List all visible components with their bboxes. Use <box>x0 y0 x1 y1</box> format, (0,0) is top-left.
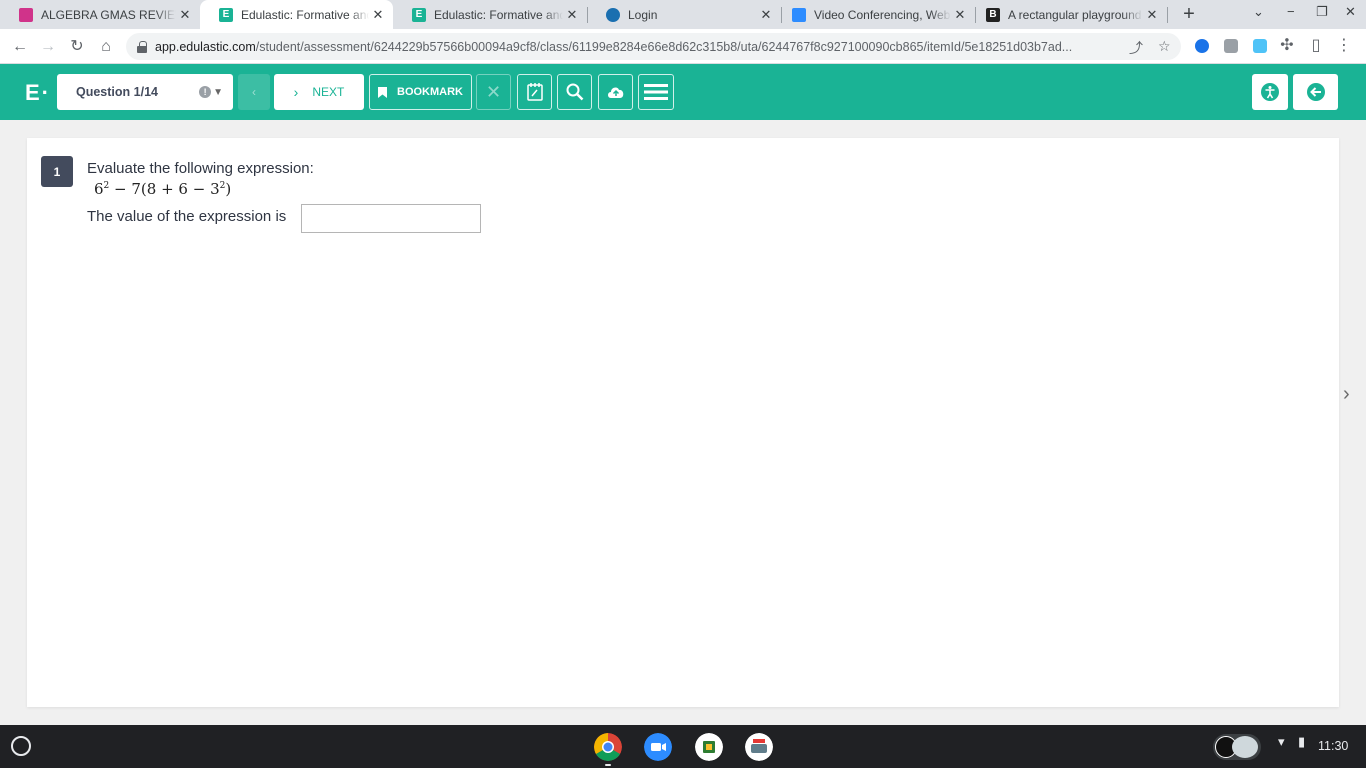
accessibility-button[interactable] <box>1252 74 1288 110</box>
url-host: app.edulastic.com <box>155 39 256 54</box>
chrome-app-icon[interactable] <box>594 733 622 761</box>
home-icon[interactable]: ⌂ <box>95 36 117 58</box>
lock-icon <box>137 40 147 53</box>
tab-title: A rectangular playground measures <box>1008 7 1143 22</box>
browser-tab-2[interactable]: E Edulastic: Formative and Summative Ass… <box>200 0 393 29</box>
tab-title: Login <box>628 7 658 22</box>
tab-title: ALGEBRA GMAS REVIEW <box>41 7 176 22</box>
tab-strip: ALGEBRA GMAS REVIEW ✕ E Edulastic: Forma… <box>0 0 1366 29</box>
zoom-app-icon[interactable] <box>644 733 672 761</box>
new-tab-button[interactable]: + <box>1179 3 1199 25</box>
browser-tab-6[interactable]: B A rectangular playground measures ✕ <box>967 0 1167 29</box>
expr-base: 3 <box>210 180 220 198</box>
zoom-favicon-icon <box>792 7 806 22</box>
answer-input[interactable] <box>301 204 481 233</box>
cloud-upload-icon <box>607 87 623 98</box>
address-bar[interactable]: app.edulastic.com/student/assessment/624… <box>126 33 1181 60</box>
launcher-icon[interactable] <box>11 736 31 756</box>
bookmark-button[interactable]: BOOKMARK <box>369 74 472 110</box>
edulastic-logo[interactable]: E· <box>25 80 51 106</box>
chevron-left-icon: ‹ <box>252 85 256 99</box>
extension-icon[interactable] <box>1195 39 1209 53</box>
clock[interactable]: 11:30 <box>1318 739 1348 753</box>
scratchpad-button[interactable] <box>517 74 552 110</box>
answer-label: The value of the expression is <box>87 208 287 225</box>
tab-search-icon[interactable]: ⌄ <box>1253 4 1264 20</box>
exit-button[interactable] <box>1293 74 1338 110</box>
tab-title: Edulastic: Formative and Summative Asses… <box>434 7 563 22</box>
save-cloud-button[interactable] <box>598 74 633 110</box>
tab-close-icon[interactable]: ✕ <box>563 7 581 23</box>
tab-title: Video Conferencing, Web Conferencing <box>814 7 951 22</box>
menu-kebab-icon[interactable]: ⋮ <box>1333 35 1355 57</box>
edulastic-favicon-icon: E <box>412 7 426 22</box>
minimize-icon[interactable]: − <box>1287 4 1295 19</box>
reload-icon[interactable]: ↻ <box>66 36 88 58</box>
next-button[interactable]: › NEXT <box>274 74 364 110</box>
slides-favicon-icon <box>19 7 33 22</box>
previous-button[interactable]: ‹ <box>238 74 270 110</box>
globe-favicon-icon <box>606 7 620 22</box>
hamburger-menu-icon <box>644 84 668 100</box>
tab-separator <box>1167 7 1168 23</box>
chevron-right-icon: › <box>293 84 299 100</box>
edulastic-favicon-icon: E <box>219 7 233 22</box>
app-icon[interactable] <box>695 733 723 761</box>
browser-toolbar: ← → ↻ ⌂ app.edulastic.com/student/assess… <box>0 29 1366 64</box>
share-icon[interactable]: ⤴ <box>1129 38 1143 58</box>
bookmark-icon <box>378 86 387 98</box>
next-question-arrow-icon[interactable]: › <box>1343 383 1350 406</box>
url-text[interactable]: app.edulastic.com/student/assessment/624… <box>155 40 1115 54</box>
browser-tab-5[interactable]: Video Conferencing, Web Conferencing ✕ <box>773 0 975 29</box>
expr-middle: − 7(8 + 6 − <box>109 180 211 198</box>
browser-tab-3[interactable]: E Edulastic: Formative and Summative Ass… <box>393 0 587 29</box>
question-selector-label: Question 1/14 <box>76 85 158 99</box>
menu-button[interactable] <box>638 74 674 110</box>
alert-icon: ! <box>199 86 212 98</box>
scratchpad-icon <box>526 83 543 101</box>
extension-icon[interactable] <box>1224 39 1238 53</box>
question-selector[interactable]: Question 1/14 ! ▼ <box>57 74 233 110</box>
question-number-badge: 1 <box>41 156 73 187</box>
expr-base: 6 <box>94 180 104 198</box>
accessibility-icon <box>1261 83 1279 101</box>
browser-tab-1[interactable]: ALGEBRA GMAS REVIEW ✕ <box>0 0 200 29</box>
bookmark-label: BOOKMARK <box>397 86 463 98</box>
expr-end: ) <box>225 180 232 198</box>
tray-app-icon[interactable] <box>1232 736 1258 758</box>
battery-icon[interactable]: ▮ <box>1298 734 1305 750</box>
close-icon: ✕ <box>485 81 502 102</box>
url-path: /student/assessment/6244229b57566b00094a… <box>255 39 1073 54</box>
extension-icon[interactable] <box>1253 39 1267 53</box>
restore-icon[interactable]: ❐ <box>1316 4 1328 20</box>
forward-icon[interactable]: → <box>37 36 59 58</box>
active-app-indicator <box>605 764 611 766</box>
tab-close-icon[interactable]: ✕ <box>176 7 194 23</box>
math-expression: 62 − 7(8 + 6 − 32) <box>94 180 231 198</box>
exit-arrow-icon <box>1306 83 1325 101</box>
os-shelf <box>0 725 1366 768</box>
cross-out-button[interactable]: ✕ <box>476 74 511 110</box>
magnifier-icon <box>566 83 583 101</box>
side-panel-icon[interactable]: ▯ <box>1305 35 1327 57</box>
bookmark-star-icon[interactable]: ☆ <box>1158 38 1171 55</box>
question-prompt: Evaluate the following expression: <box>87 160 314 177</box>
next-label: NEXT <box>312 85 345 99</box>
clicker-app-icon[interactable] <box>745 733 773 761</box>
extensions-puzzle-icon[interactable]: ✣ <box>1276 35 1298 57</box>
wifi-icon[interactable]: ▾ <box>1278 734 1285 750</box>
zoom-button[interactable] <box>557 74 592 110</box>
chevron-down-icon: ▼ <box>213 86 223 98</box>
tab-close-icon[interactable]: ✕ <box>1143 7 1161 23</box>
tab-close-icon[interactable]: ✕ <box>369 7 387 23</box>
back-icon[interactable]: ← <box>9 36 31 58</box>
browser-tab-4[interactable]: Login ✕ <box>587 0 781 29</box>
brainly-favicon-icon: B <box>986 7 1000 22</box>
tab-title: Edulastic: Formative and Summative Asses… <box>241 7 369 22</box>
window-close-icon[interactable]: ✕ <box>1345 4 1356 20</box>
